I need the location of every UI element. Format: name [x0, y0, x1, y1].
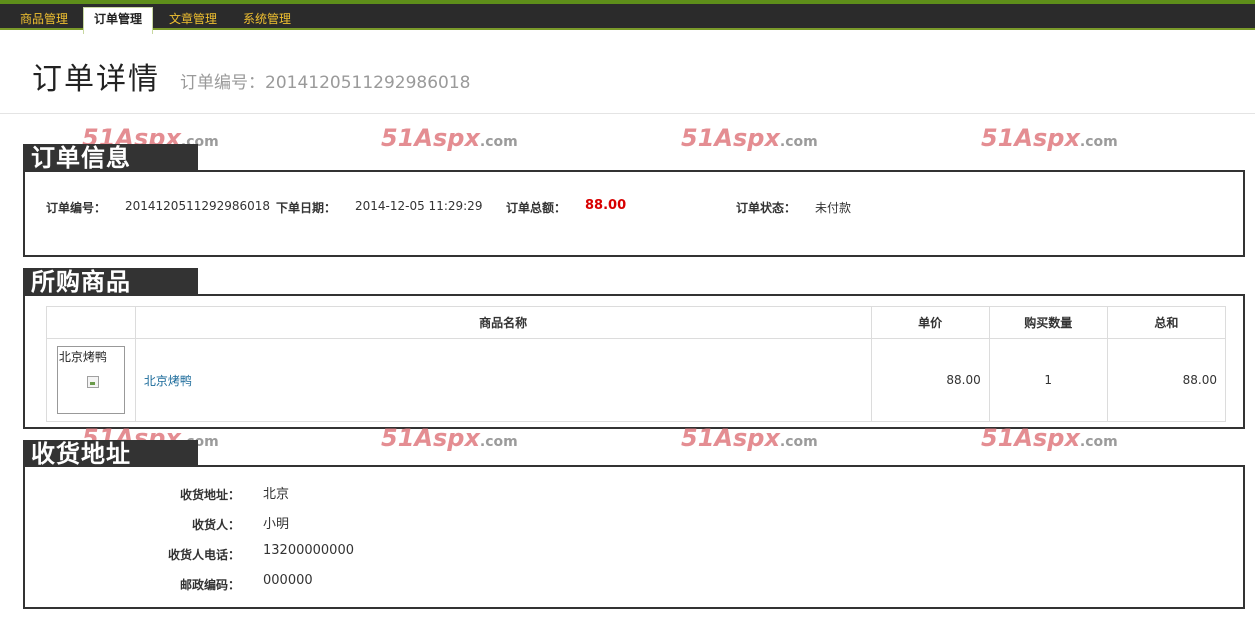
product-image-cell: 北京烤鸭: [46, 338, 136, 422]
watermark-suffix: .com: [1079, 134, 1118, 150]
recipient-value: 小明: [263, 517, 290, 532]
products-panel: 商品名称 单价 购买数量 总和 北京烤鸭 北京烤鸭 88.00 1 88.00: [23, 294, 1245, 429]
column-header-subtotal: 总和: [1106, 306, 1227, 339]
tab-product-management[interactable]: 商品管理: [10, 8, 78, 32]
watermark-logo: 51Aspx.com: [381, 124, 518, 152]
recipient-phone-value: 13200000000: [263, 543, 354, 558]
order-date-label: 下单日期：: [276, 201, 337, 215]
product-subtotal-cell: 88.00: [1106, 338, 1227, 422]
shipping-address-value: 北京: [263, 487, 290, 502]
order-number-label: 订单编号：: [46, 201, 107, 215]
order-status-value: 未付款: [815, 201, 852, 215]
column-header-quantity: 购买数量: [988, 306, 1108, 339]
watermark-text: 51Aspx: [681, 124, 780, 152]
postal-code-value: 000000: [263, 573, 313, 588]
product-thumbnail[interactable]: 北京烤鸭: [56, 346, 125, 414]
page-title: 订单详情: [32, 62, 160, 97]
watermark-logo: 51Aspx.com: [981, 124, 1118, 152]
watermark-logo: 51Aspx.com: [981, 424, 1118, 452]
watermark-logo: 51Aspx.com: [381, 424, 518, 452]
watermark-suffix: .com: [779, 134, 818, 150]
column-header-name: 商品名称: [134, 306, 872, 339]
watermark-suffix: .com: [479, 434, 518, 450]
order-number-value: 2014120511292986018: [125, 199, 271, 213]
product-price-cell: 88.00: [870, 338, 990, 422]
column-header-price: 单价: [870, 306, 990, 339]
watermark-logo: 51Aspx.com: [681, 424, 818, 452]
tab-system-management[interactable]: 系统管理: [233, 8, 301, 32]
header-order-number: 订单编号：2014120511292986018: [180, 68, 471, 93]
watermark-suffix: .com: [1079, 434, 1118, 450]
section-title-products: 所购商品: [23, 268, 198, 296]
products-table: 商品名称 单价 购买数量 总和 北京烤鸭 北京烤鸭 88.00 1 88.00: [46, 306, 1227, 422]
recipient-phone-label: 收货人电话：: [167, 548, 240, 562]
order-status-label: 订单状态：: [736, 201, 797, 215]
watermark-logo: 51Aspx.com: [681, 124, 818, 152]
product-name-link[interactable]: 北京烤鸭: [144, 374, 192, 388]
column-header-image: [46, 306, 136, 339]
watermark-text: 51Aspx: [381, 124, 480, 152]
table-row: 北京烤鸭 北京烤鸭 88.00 1 88.00: [46, 338, 1227, 422]
shipping-panel: 收货地址： 北京 收货人： 小明 收货人电话： 13200000000 邮政编码…: [23, 465, 1245, 609]
table-header-row: 商品名称 单价 购买数量 总和: [46, 306, 1227, 339]
tab-article-management[interactable]: 文章管理: [159, 8, 227, 32]
section-title-shipping: 收货地址: [23, 440, 198, 468]
broken-image-icon: [86, 376, 99, 388]
watermark-suffix: .com: [779, 434, 818, 450]
watermark-text: 51Aspx: [381, 424, 480, 452]
top-nav-bar: 商品管理 订单管理 文章管理 系统管理: [0, 0, 1255, 34]
shipping-address-label: 收货地址：: [179, 488, 240, 502]
watermark-text: 51Aspx: [681, 424, 780, 452]
watermark-text: 51Aspx: [981, 124, 1080, 152]
order-total-label: 订单总额：: [506, 201, 567, 215]
order-info-panel: 订单编号： 2014120511292986018 下单日期： 2014-12-…: [23, 170, 1245, 257]
order-total-value: 88.00: [585, 198, 627, 213]
tab-order-management[interactable]: 订单管理: [83, 7, 154, 34]
product-image-alt-text: 北京烤鸭: [58, 350, 107, 364]
page-header: 订单详情 订单编号：2014120511292986018: [0, 32, 1255, 114]
product-name-cell: 北京烤鸭: [134, 338, 872, 422]
recipient-label: 收货人：: [191, 518, 240, 532]
header-order-number-label: 订单编号：: [180, 73, 265, 93]
order-date-value: 2014-12-05 11:29:29: [355, 199, 483, 213]
header-order-number-value: 2014120511292986018: [265, 73, 471, 93]
product-quantity-cell: 1: [988, 338, 1108, 422]
postal-code-label: 邮政编码：: [179, 578, 240, 592]
section-title-order-info: 订单信息: [23, 144, 198, 172]
watermark-suffix: .com: [479, 134, 518, 150]
watermark-text: 51Aspx: [981, 424, 1080, 452]
